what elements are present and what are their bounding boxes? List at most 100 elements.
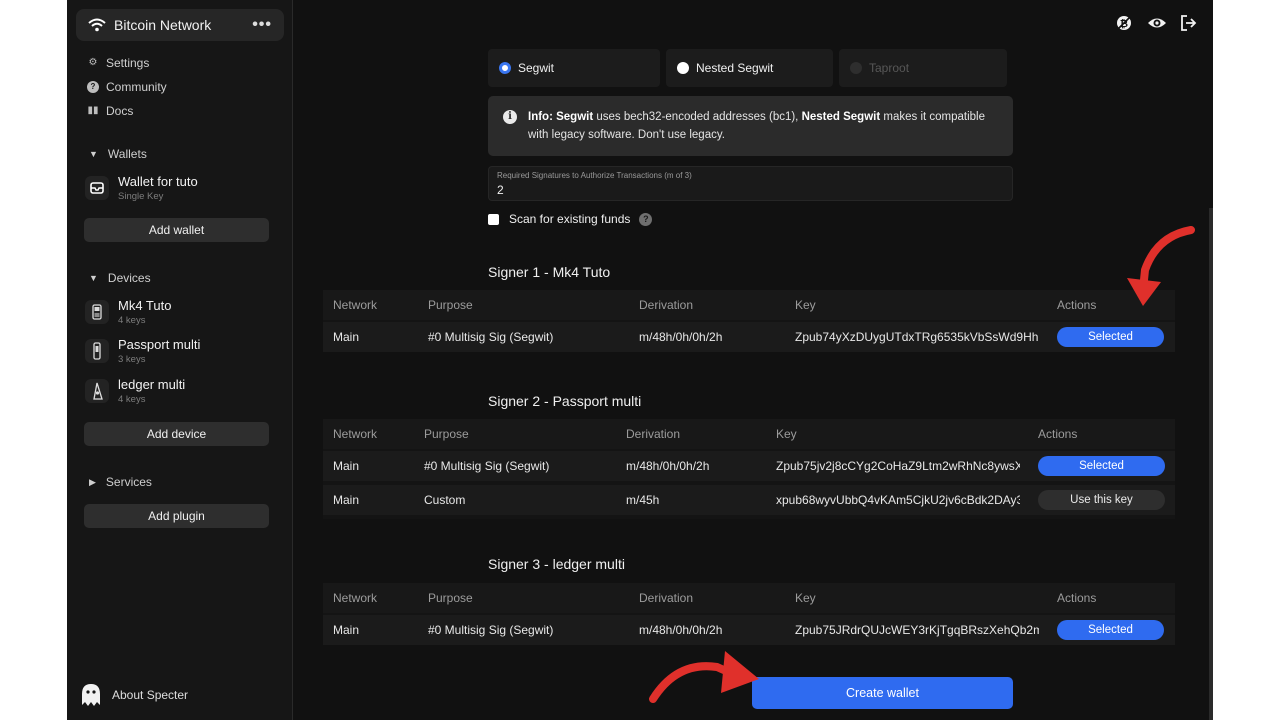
docs-link[interactable]: ▮▮ Docs xyxy=(87,104,133,118)
device-icon xyxy=(85,300,109,324)
signer-table: Network Purpose Derivation Key Actions M… xyxy=(323,583,1175,645)
cell-key: Zpub75JRdrQUJcWEY3rKjTgqBRszXehQb2m4 xyxy=(795,623,1039,637)
selected-button[interactable]: Selected xyxy=(1038,456,1165,476)
column-header: Key xyxy=(776,427,797,441)
device-title: ledger multi xyxy=(118,377,186,392)
cell-purpose: #0 Multisig Sig (Segwit) xyxy=(424,459,550,473)
table-header: Network Purpose Derivation Key Actions xyxy=(323,419,1175,449)
wallet-sub: Single Key xyxy=(118,191,164,202)
device-title: Passport multi xyxy=(118,337,201,352)
info-prefix: Info: xyxy=(528,111,557,123)
top-toolbar: ₿ xyxy=(1115,14,1199,34)
tab-segwit[interactable]: Segwit xyxy=(488,49,660,87)
table-header: Network Purpose Derivation Key Actions xyxy=(323,583,1175,613)
tab-label: Segwit xyxy=(518,61,555,75)
radio-disabled-icon xyxy=(850,62,862,74)
column-header: Actions xyxy=(1057,298,1097,312)
scan-funds-option[interactable]: Scan for existing funds ? xyxy=(488,212,653,226)
scrollbar[interactable] xyxy=(1209,208,1213,720)
use-this-key-button[interactable]: Use this key xyxy=(1038,490,1165,510)
radio-icon xyxy=(677,62,689,74)
column-header: Derivation xyxy=(639,298,694,312)
signer-title: Signer 3 - ledger multi xyxy=(488,556,625,572)
column-header: Purpose xyxy=(428,298,473,312)
help-icon[interactable]: ? xyxy=(639,212,653,226)
tab-label: Taproot xyxy=(869,61,910,75)
checkbox[interactable] xyxy=(488,213,499,225)
ghost-icon xyxy=(82,684,100,706)
table-header: Network Purpose Derivation Key Actions xyxy=(323,290,1175,320)
device-item[interactable]: ledger multi 4 keys xyxy=(85,377,185,405)
add-wallet-button[interactable]: Add wallet xyxy=(84,218,269,242)
info-icon: i xyxy=(503,110,517,124)
network-label: Bitcoin Network xyxy=(114,17,212,33)
cell-purpose: #0 Multisig Sig (Segwit) xyxy=(428,623,554,637)
signer-table: Network Purpose Derivation Key Actions M… xyxy=(323,290,1175,352)
cell-network: Main xyxy=(333,623,360,637)
app-window: Bitcoin Network ••• ⚙ Settings ? Communi… xyxy=(67,0,1213,720)
tab-label: Nested Segwit xyxy=(696,61,774,75)
table-row: Main #0 Multisig Sig (Segwit) m/48h/0h/0… xyxy=(323,615,1175,645)
cell-derivation: m/48h/0h/0h/2h xyxy=(639,330,723,344)
create-wallet-button[interactable]: Create wallet xyxy=(752,677,1013,709)
column-header: Network xyxy=(333,298,378,312)
community-link[interactable]: ? Community xyxy=(87,80,167,94)
column-header: Key xyxy=(795,298,816,312)
annotation-arrow-icon xyxy=(1127,226,1195,306)
cell-network: Main xyxy=(333,330,360,344)
docs-label: Docs xyxy=(106,104,134,118)
cell-purpose: Custom xyxy=(424,493,466,507)
settings-link[interactable]: ⚙ Settings xyxy=(87,56,150,70)
column-header: Actions xyxy=(1038,427,1078,441)
wallet-icon xyxy=(85,176,109,200)
add-plugin-button[interactable]: Add plugin xyxy=(84,504,269,528)
network-selector[interactable]: Bitcoin Network ••• xyxy=(76,9,284,41)
info-text: uses bech32-encoded addresses (bc1), xyxy=(593,111,802,123)
add-device-button[interactable]: Add device xyxy=(84,422,269,446)
cell-network: Main xyxy=(333,493,360,507)
cell-derivation: m/48h/0h/0h/2h xyxy=(639,623,723,637)
column-header: Purpose xyxy=(428,591,473,605)
device-sub: 4 keys xyxy=(118,315,146,326)
column-header: Purpose xyxy=(424,427,469,441)
cell-key: Zpub74yXzDUygUTdxTRg6535kVbSsWd9Hhgg xyxy=(795,330,1039,344)
signer-title: Signer 1 - Mk4 Tuto xyxy=(488,264,611,280)
gear-icon: ⚙ xyxy=(88,57,98,68)
wallets-section-toggle[interactable]: ▼ Wallets xyxy=(89,147,147,161)
devices-section-toggle[interactable]: ▼ Devices xyxy=(89,271,151,285)
device-title: Mk4 Tuto xyxy=(118,298,172,313)
chevron-down-icon: ▼ xyxy=(89,273,98,283)
selected-button[interactable]: Selected xyxy=(1057,620,1164,640)
services-section-toggle[interactable]: ▶ Services xyxy=(89,475,152,489)
cell-network: Main xyxy=(333,459,360,473)
required-signatures-field[interactable]: Required Signatures to Authorize Transac… xyxy=(488,166,1013,201)
cell-key: xpub68wyvUbbQ4vKAm5CjkU2jv6cBdk2DAy3 xyxy=(776,493,1020,507)
table-row: Main Custom m/45h xpub68wyvUbbQ4vKAm5Cjk… xyxy=(323,485,1175,515)
column-header: Network xyxy=(333,427,378,441)
device-icon xyxy=(85,339,109,363)
scan-label: Scan for existing funds xyxy=(509,212,631,226)
wallet-item[interactable]: Wallet for tuto Single Key xyxy=(85,174,198,202)
annotation-arrow-icon xyxy=(649,651,759,703)
required-signatures-value[interactable]: 2 xyxy=(497,183,1004,197)
tab-nested-segwit[interactable]: Nested Segwit xyxy=(666,49,833,87)
device-item[interactable]: Passport multi 3 keys xyxy=(85,337,200,365)
column-header: Derivation xyxy=(639,591,694,605)
table-row: Main #0 Multisig Sig (Segwit) m/48h/0h/0… xyxy=(323,322,1175,352)
wallet-title: Wallet for tuto xyxy=(118,174,198,189)
radio-selected-icon xyxy=(499,62,511,74)
column-header: Derivation xyxy=(626,427,681,441)
selected-button[interactable]: Selected xyxy=(1057,327,1164,347)
device-item[interactable]: Mk4 Tuto 4 keys xyxy=(85,298,171,326)
logout-icon[interactable] xyxy=(1179,14,1199,34)
hide-balance-icon[interactable]: ₿ xyxy=(1115,14,1135,34)
column-header: Network xyxy=(333,591,378,605)
eye-icon[interactable] xyxy=(1147,14,1167,34)
info-nested: Nested Segwit xyxy=(801,111,881,123)
about-label: About Specter xyxy=(112,688,189,702)
more-icon[interactable]: ••• xyxy=(252,16,272,34)
main-content: Segwit Nested Segwit Taproot i Info: Seg… xyxy=(293,0,1213,720)
cell-key: Zpub75jv2j8cCYg2CoHaZ9Ltm2wRhNc8ywsXt xyxy=(776,459,1020,473)
about-specter-link[interactable]: About Specter xyxy=(79,682,188,708)
services-header: Services xyxy=(105,475,152,489)
